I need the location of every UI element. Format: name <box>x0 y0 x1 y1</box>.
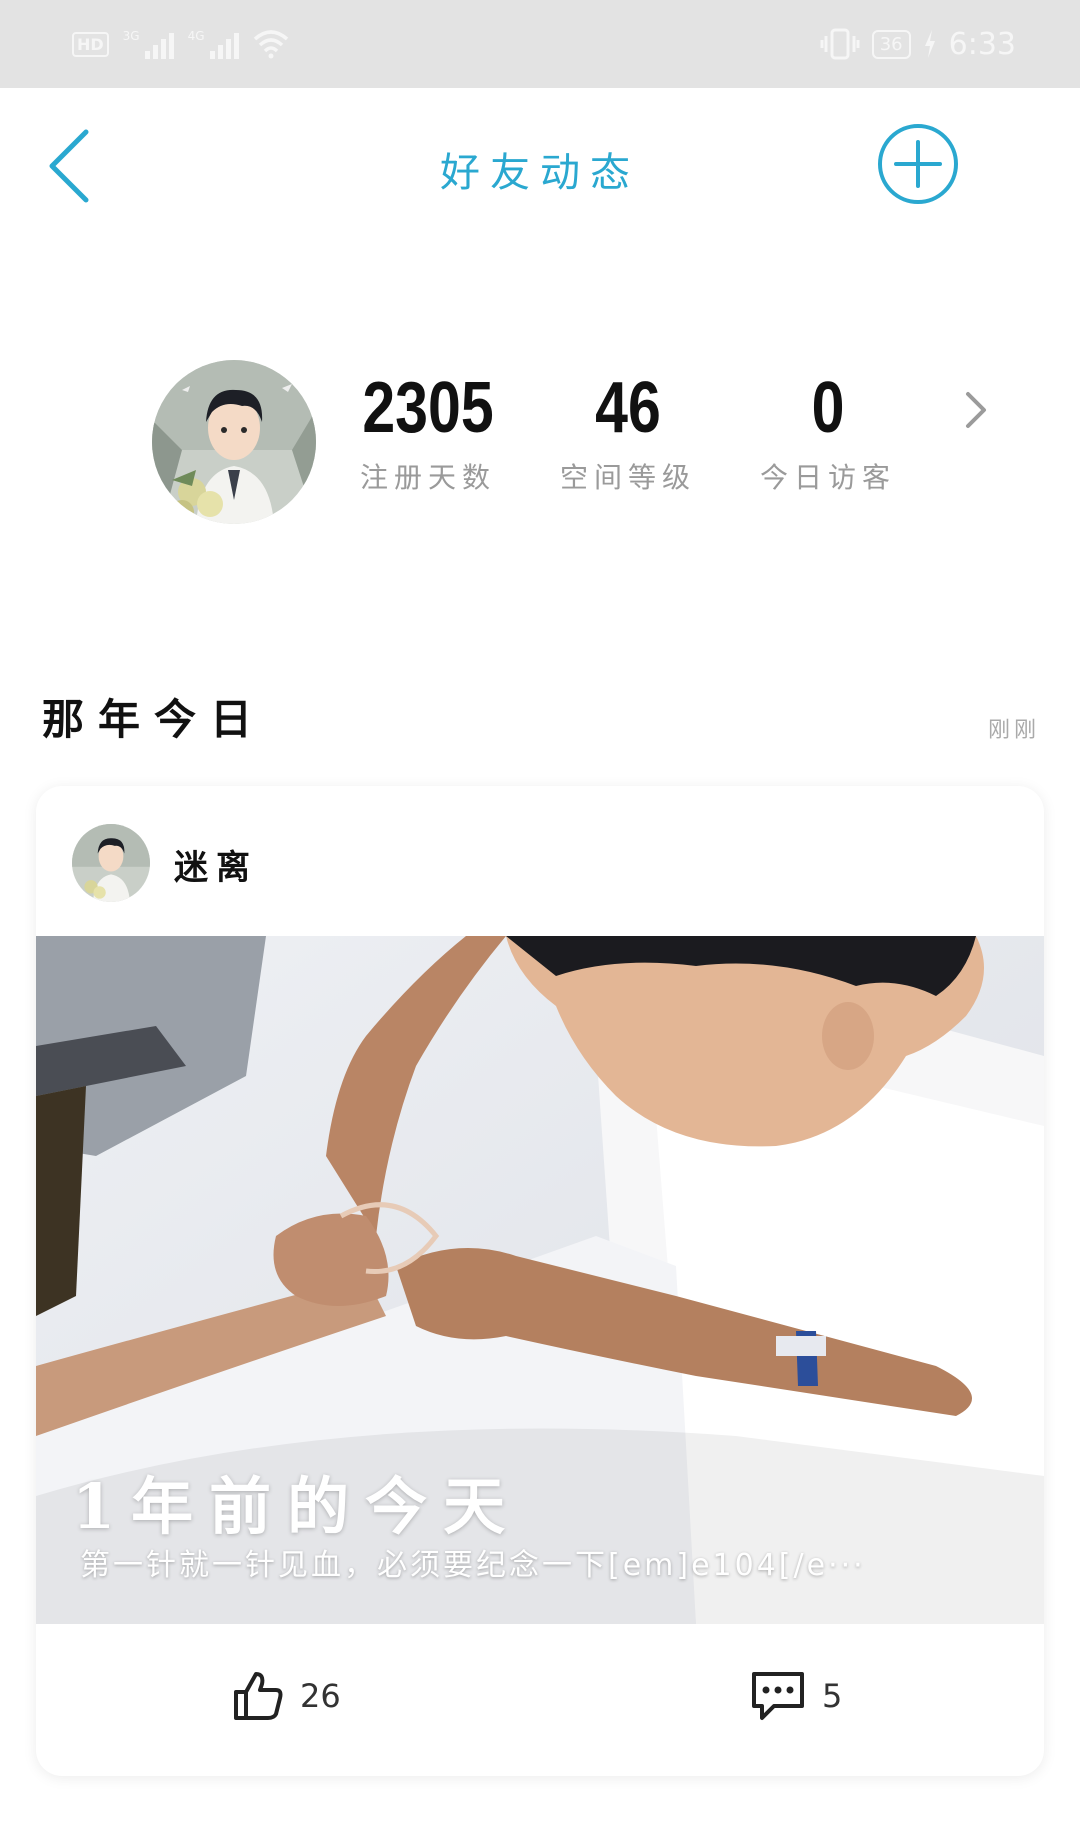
wifi-icon <box>253 30 288 59</box>
header: 好友动态 <box>0 88 1080 238</box>
stat-label: 空间等级 <box>559 461 696 494</box>
comment-icon <box>752 1672 804 1720</box>
charging-icon <box>924 30 935 58</box>
stat-registered-days[interactable]: 2305 注册天数 <box>328 366 528 496</box>
stat-visitors-today[interactable]: 0 今日访客 <box>728 366 928 496</box>
signal-icon: 4G <box>188 29 239 59</box>
stat-value: 46 <box>595 368 661 448</box>
memory-headline: 1年前的今天 <box>72 1470 522 1543</box>
vibrate-icon <box>820 28 860 60</box>
stat-value: 2305 <box>362 368 494 448</box>
profile-avatar[interactable] <box>152 360 316 524</box>
like-count: 26 <box>300 1677 341 1715</box>
section-title: 那年今日 <box>42 695 267 744</box>
status-left: HD 3G 4G <box>72 24 289 64</box>
stat-value: 0 <box>811 368 845 448</box>
comment-button[interactable]: 5 <box>750 1666 842 1726</box>
add-post-button[interactable] <box>876 122 960 206</box>
stat-space-level[interactable]: 46 空间等级 <box>528 366 728 496</box>
stat-label: 今日访客 <box>759 461 896 494</box>
avatar-illustration <box>72 824 150 902</box>
hd-badge: HD <box>72 31 109 57</box>
profile-more-button[interactable] <box>962 388 990 432</box>
battery-indicator: 36 <box>871 29 911 59</box>
network-type-label: 4G <box>187 29 205 43</box>
add-circle-icon <box>878 124 958 204</box>
thumbs-up-icon <box>234 1672 283 1720</box>
post-caption: 第一针就一针见血，必须要纪念一下[em]e104[/e··· <box>80 1548 866 1583</box>
avatar[interactable] <box>72 824 150 902</box>
chevron-right-icon <box>966 392 986 428</box>
status-right: 36 6:33 <box>820 22 1016 66</box>
post-username[interactable]: 迷离 <box>174 840 258 889</box>
like-button[interactable]: 26 <box>232 1666 341 1726</box>
status-bar: HD 3G 4G 36 6:33 <box>0 0 1080 88</box>
network-type-label: 3G <box>122 29 140 43</box>
avatar-illustration <box>152 360 316 524</box>
signal-icon: 3G <box>123 29 174 59</box>
clock: 6:33 <box>948 26 1016 62</box>
post-photo[interactable]: 1年前的今天 第一针就一针见血，必须要纪念一下[em]e104[/e··· <box>36 936 1044 1624</box>
comment-count: 5 <box>822 1677 843 1715</box>
memory-post-card[interactable]: 迷离 1年前的今天 第一针就一针见血，必须要纪念一下[em]e104[/e···… <box>36 786 1044 1776</box>
stat-label: 注册天数 <box>359 461 496 494</box>
memory-timestamp: 刚刚 <box>987 718 1040 743</box>
